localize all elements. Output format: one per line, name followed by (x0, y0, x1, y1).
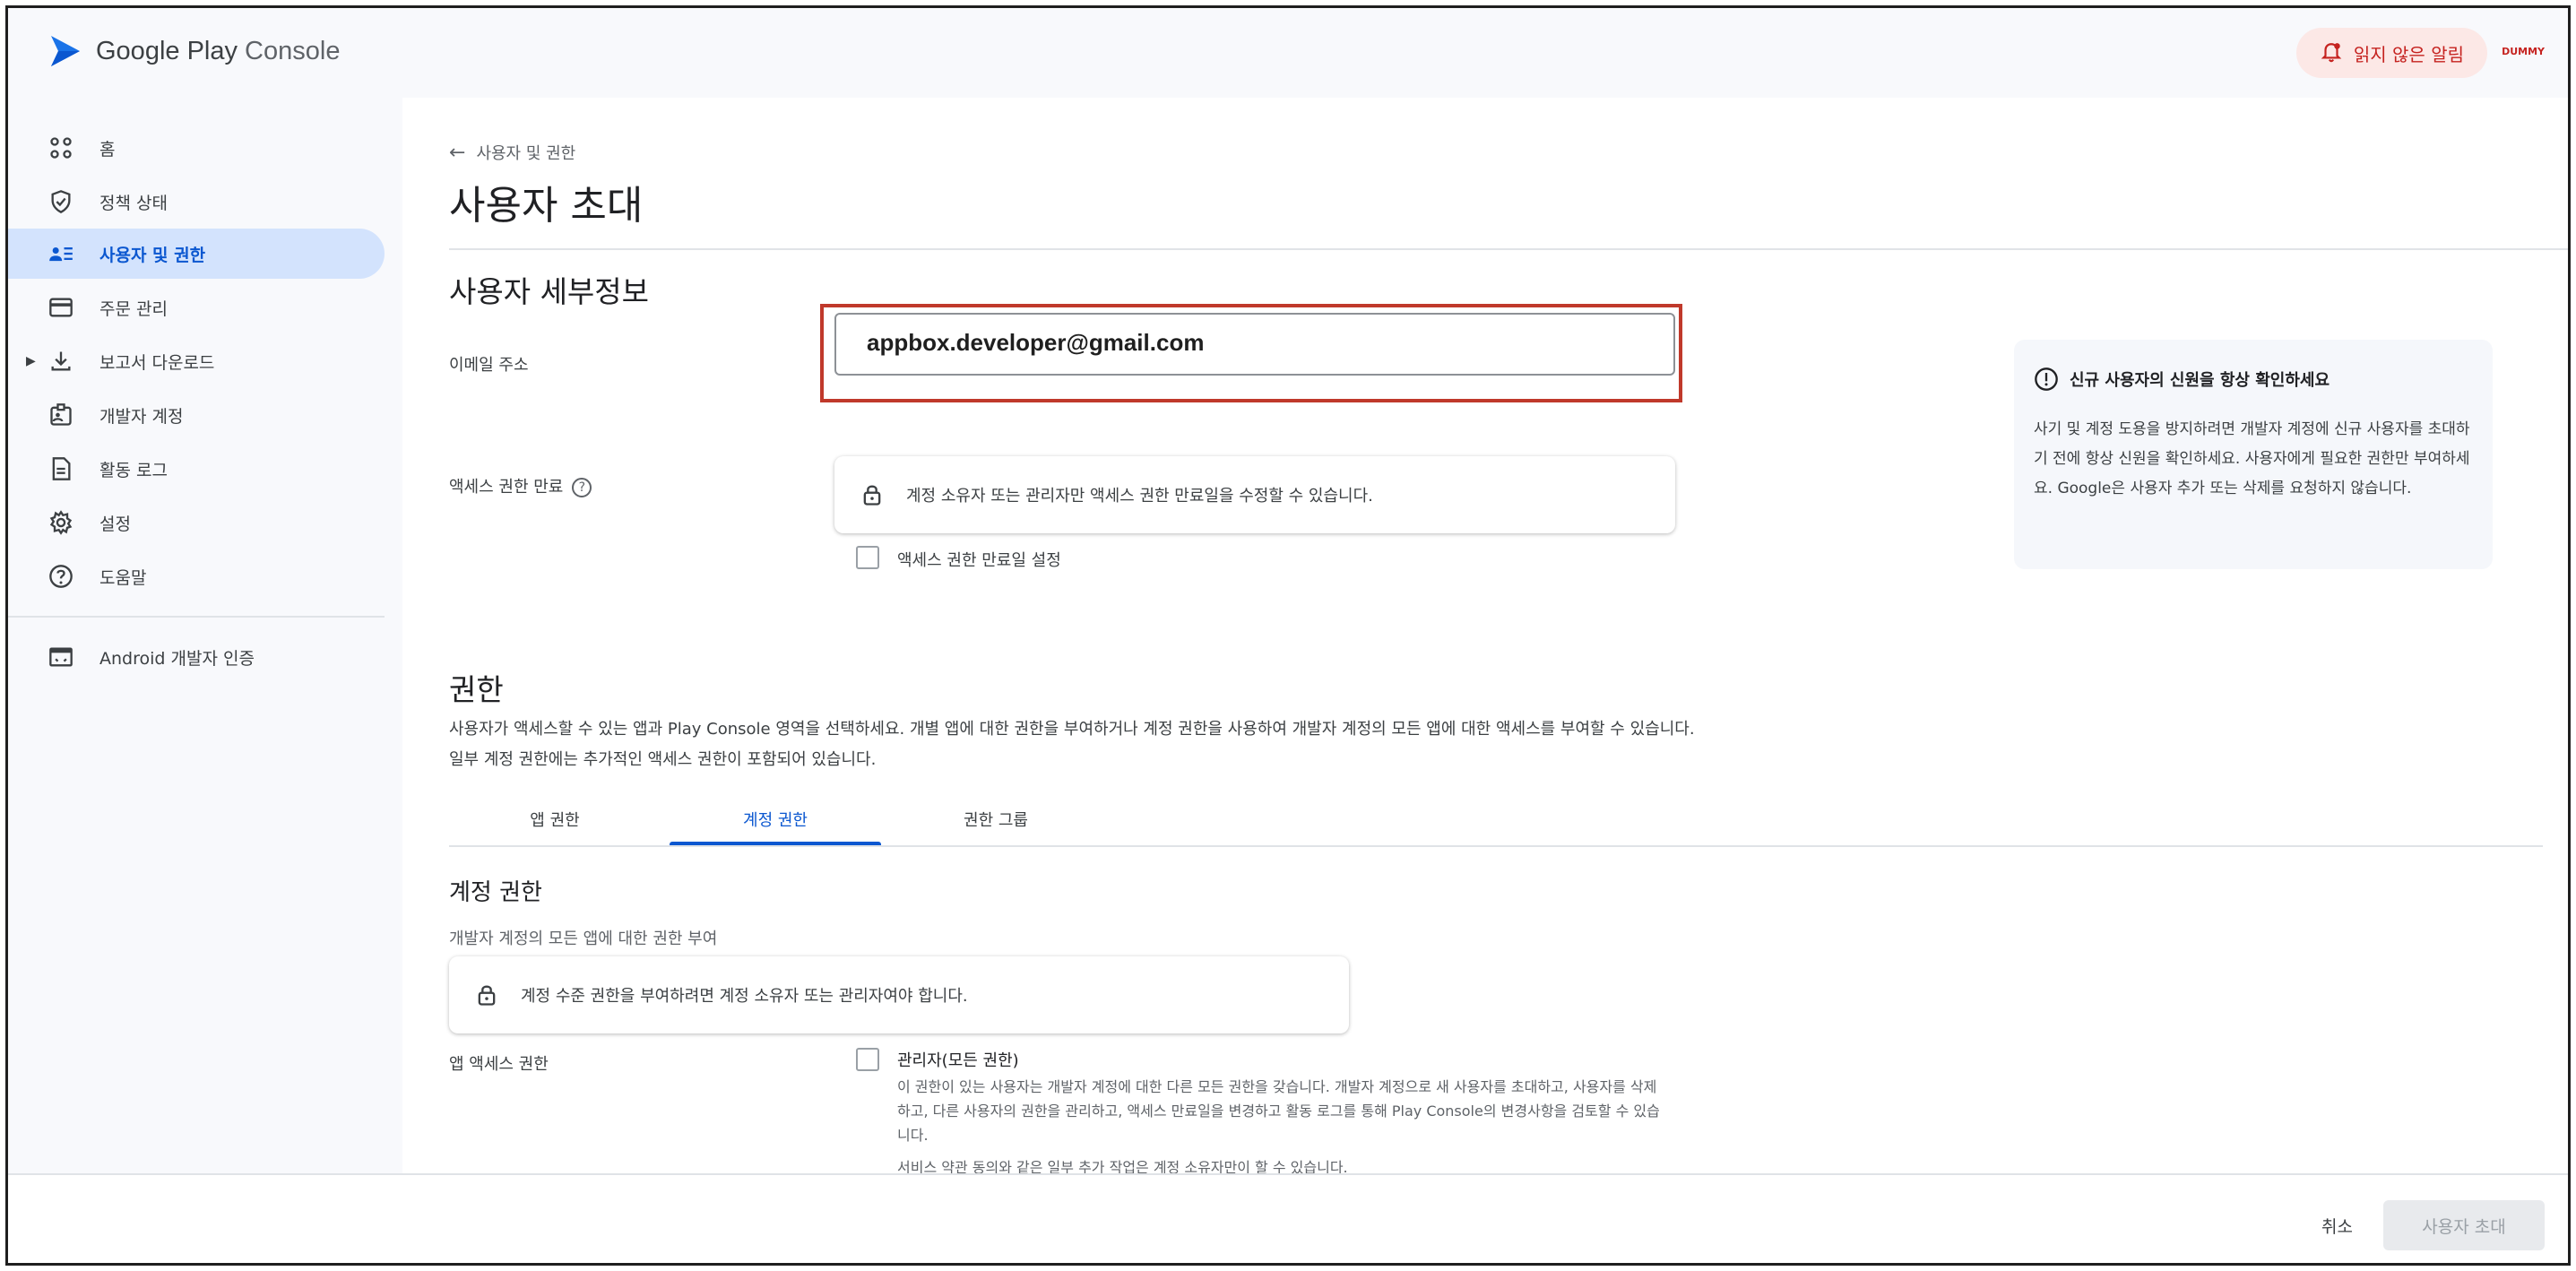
gear-icon (48, 509, 74, 536)
sidebar-item-order-management[interactable]: 주문 관리 (8, 282, 385, 333)
help-icon (48, 563, 74, 590)
lock-icon (863, 485, 881, 506)
sidebar-item-label: 주문 관리 (99, 298, 168, 319)
tabs-divider (449, 845, 2543, 847)
download-icon (48, 348, 74, 375)
sidebar-item-home[interactable]: 홈 (8, 123, 385, 173)
tab-app-permissions[interactable]: 앱 권한 (449, 808, 661, 843)
sidebar-divider (8, 616, 385, 618)
admin-permission-description: 이 권한이 있는 사용자는 개발자 계정에 대한 다른 모든 권한을 갖습니다.… (897, 1078, 1660, 1144)
sidebar: 홈 정책 상태 사용자 및 권한 주문 관리 ▶ 보고서 다운로드 개발자 계정… (8, 98, 402, 1263)
email-input[interactable]: appbox.developer@gmail.com (834, 313, 1675, 376)
access-expiry-checkbox-label: 액세스 권한 만료일 설정 (897, 551, 1061, 570)
lock-icon (478, 985, 496, 1006)
invite-user-button[interactable]: 사용자 초대 (2383, 1200, 2545, 1250)
users-list-icon (48, 240, 74, 267)
bell-alert-icon (2321, 43, 2342, 63)
grid-icon (48, 134, 74, 161)
play-console-logo[interactable]: Google Play Console (48, 33, 340, 69)
admin-permission-checkbox[interactable] (856, 1048, 879, 1071)
notification-label: 읽지 않은 알림 (2353, 43, 2464, 65)
window-icon (48, 644, 74, 670)
account-permissions-subtitle: 개발자 계정의 모든 앱에 대한 권한 부여 (449, 929, 718, 948)
info-title: 신규 사용자의 신원을 항상 확인하세요 (2034, 367, 2473, 392)
cancel-button[interactable]: 취소 (2304, 1202, 2371, 1249)
sidebar-item-users-permissions[interactable]: 사용자 및 권한 (8, 229, 385, 279)
bottom-action-bar: 취소 사용자 초대 (8, 1173, 2568, 1263)
logo-text: Google Play Console (96, 36, 341, 65)
arrow-left-icon: ← (449, 141, 466, 164)
back-link[interactable]: ← 사용자 및 권한 (449, 141, 575, 164)
window-frame: Google Play Console 읽지 않은 알림 DUMMY 홈 정책 … (5, 5, 2571, 1266)
info-body: 사기 및 계정 도용을 방지하려면 개발자 계정에 신규 사용자를 초대하기 전… (2034, 420, 2470, 497)
email-label: 이메일 주소 (449, 356, 529, 375)
sidebar-item-developer-account[interactable]: 개발자 계정 (8, 390, 385, 440)
expiry-notice-text: 계정 소유자 또는 관리자만 액세스 권한 만료일을 수정할 수 있습니다. (906, 487, 1373, 506)
sidebar-item-label: 개발자 계정 (99, 406, 184, 427)
sidebar-item-label: 사용자 및 권한 (99, 245, 206, 265)
play-logo-icon (51, 36, 80, 66)
tab-permission-groups[interactable]: 권한 그룹 (890, 808, 1102, 843)
page-title: 사용자 초대 (449, 183, 644, 229)
app-access-label: 앱 액세스 권한 (449, 1055, 549, 1074)
main-content: ← 사용자 및 권한 사용자 초대 사용자 세부정보 이메일 주소 appbox… (402, 98, 2568, 1176)
account-avatar[interactable]: DUMMY (2502, 46, 2545, 57)
sidebar-item-label: Android 개발자 인증 (99, 648, 255, 669)
expiry-lock-notice: 계정 소유자 또는 관리자만 액세스 권한 만료일을 수정할 수 있습니다. (834, 456, 1675, 533)
expand-arrow-icon[interactable]: ▶ (26, 354, 36, 368)
tab-account-permissions[interactable]: 계정 권한 (670, 808, 881, 843)
question-mark-icon[interactable]: ? (572, 478, 592, 497)
access-expiry-label: 액세스 권한 만료? (449, 474, 592, 497)
permissions-description: 사용자가 액세스할 수 있는 앱과 Play Console 영역을 선택하세요… (449, 720, 1695, 769)
permissions-heading: 권한 (449, 672, 504, 707)
sidebar-item-android-developer-verification[interactable]: Android 개발자 인증 (8, 632, 385, 682)
id-card-icon (48, 402, 74, 428)
sidebar-item-label: 설정 (99, 514, 131, 534)
alert-circle-icon (2035, 367, 2058, 391)
title-divider (449, 248, 2568, 250)
credit-card-icon (48, 294, 74, 321)
sidebar-item-settings[interactable]: 설정 (8, 497, 385, 548)
document-icon (48, 455, 74, 482)
admin-permission-title: 관리자(모든 권한) (897, 1051, 1019, 1070)
sidebar-item-label: 보고서 다운로드 (99, 352, 215, 373)
sidebar-item-activity-log[interactable]: 활동 로그 (8, 444, 385, 494)
user-details-heading: 사용자 세부정보 (449, 274, 650, 309)
sidebar-item-report-download[interactable]: ▶ 보고서 다운로드 (8, 336, 385, 386)
sidebar-item-label: 활동 로그 (99, 460, 168, 480)
sidebar-item-help[interactable]: 도움말 (8, 551, 385, 601)
account-permission-notice-text: 계정 수준 권한을 부여하려면 계정 소유자 또는 관리자여야 합니다. (521, 987, 968, 1006)
top-bar: Google Play Console 읽지 않은 알림 DUMMY (8, 8, 2568, 98)
identity-verification-panel: 신규 사용자의 신원을 항상 확인하세요 사기 및 계정 도용을 방지하려면 개… (2014, 340, 2493, 569)
unread-notifications-button[interactable]: 읽지 않은 알림 (2295, 28, 2487, 78)
sidebar-item-label: 도움말 (99, 567, 147, 588)
sidebar-item-label: 정책 상태 (99, 193, 168, 213)
account-permissions-heading: 계정 권한 (449, 879, 542, 906)
back-link-label: 사용자 및 권한 (476, 144, 576, 163)
shield-check-icon (48, 188, 74, 215)
sidebar-item-label: 홈 (99, 139, 116, 160)
access-expiry-checkbox[interactable] (856, 546, 879, 569)
account-permission-lock-notice: 계정 수준 권한을 부여하려면 계정 소유자 또는 관리자여야 합니다. (449, 956, 1349, 1033)
sidebar-item-policy-status[interactable]: 정책 상태 (8, 177, 385, 227)
